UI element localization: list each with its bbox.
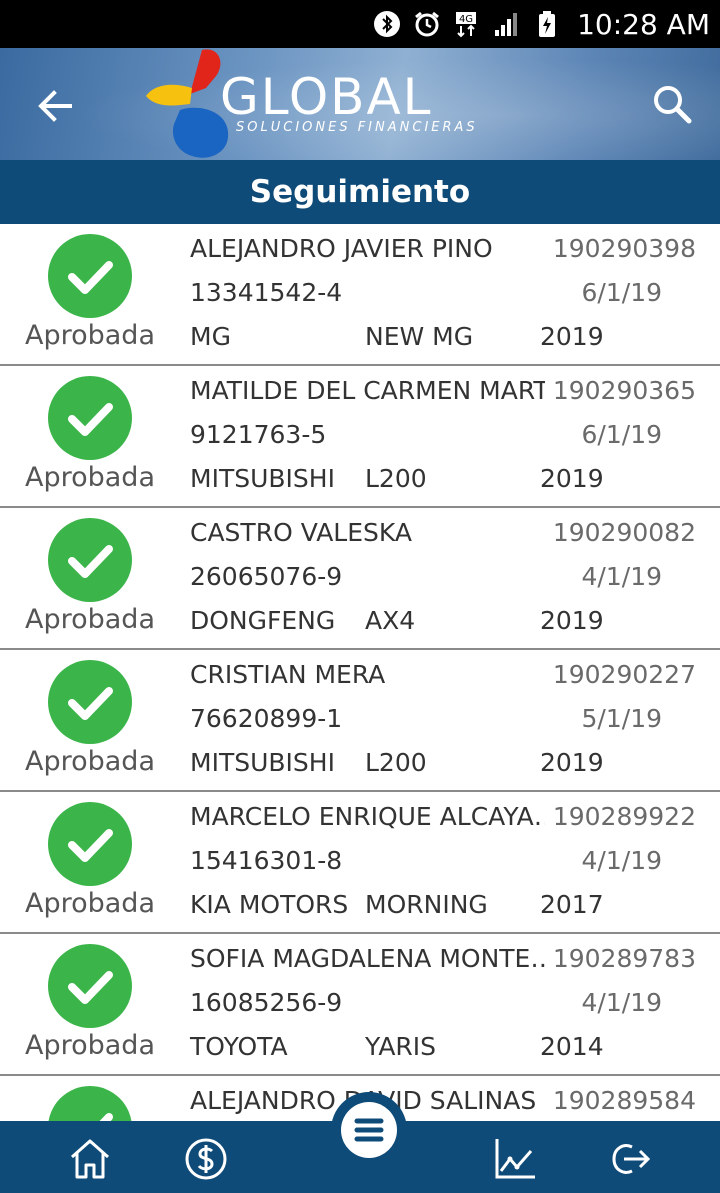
vehicle-brand: MG bbox=[190, 322, 231, 351]
client-name: MARCELO ENRIQUE ALCAYA… bbox=[190, 802, 545, 831]
application-date: 4/1/19 bbox=[581, 988, 662, 1017]
application-date: 6/1/19 bbox=[581, 278, 662, 307]
dollar-icon bbox=[185, 1138, 227, 1180]
list-item[interactable]: Aprobada MARCELO ENRIQUE ALCAYA… 1902899… bbox=[0, 792, 720, 934]
client-name: CRISTIAN MERA bbox=[190, 660, 386, 689]
client-rut: 13341542-4 bbox=[190, 278, 343, 307]
client-name: ALEJANDRO JAVIER PINO bbox=[190, 234, 493, 263]
chart-icon bbox=[495, 1139, 535, 1179]
approved-check-icon bbox=[48, 802, 132, 886]
vehicle-model: MORNING bbox=[365, 890, 488, 919]
arrow-left-icon bbox=[38, 90, 72, 122]
client-name: CASTRO VALESKA bbox=[190, 518, 412, 547]
client-rut: 26065076-9 bbox=[190, 562, 343, 591]
status-label: Aprobada bbox=[24, 746, 155, 777]
vehicle-year: 2019 bbox=[540, 606, 604, 635]
nav-home-button[interactable] bbox=[66, 1135, 114, 1183]
status-label: Aprobada bbox=[24, 320, 155, 351]
list-item[interactable]: Aprobada CASTRO VALESKA 190290082 260650… bbox=[0, 508, 720, 650]
approved-check-icon bbox=[48, 518, 132, 602]
status-label: Aprobada bbox=[24, 604, 155, 635]
application-date: 4/1/19 bbox=[581, 562, 662, 591]
back-button[interactable] bbox=[34, 84, 78, 128]
client-name: MATILDE DEL CARMEN MART… bbox=[190, 376, 545, 405]
application-date: 4/1/19 bbox=[581, 846, 662, 875]
application-number: 190290227 bbox=[552, 660, 696, 689]
bluetooth-icon bbox=[373, 10, 401, 38]
vehicle-brand: KIA MOTORS bbox=[190, 890, 349, 919]
logo-text: GLOBAL bbox=[220, 68, 433, 126]
search-icon bbox=[654, 86, 692, 124]
vehicle-model: NEW MG bbox=[365, 322, 474, 351]
client-rut: 9121763-5 bbox=[190, 420, 327, 449]
vehicle-year: 2019 bbox=[540, 322, 604, 351]
approved-check-icon bbox=[48, 944, 132, 1028]
status-label: Aprobada bbox=[24, 1030, 155, 1061]
vehicle-brand: MITSUBISHI bbox=[190, 748, 335, 777]
application-list[interactable]: Aprobada ALEJANDRO JAVIER PINO 190290398… bbox=[0, 224, 720, 1122]
vehicle-brand: MITSUBISHI bbox=[190, 464, 335, 493]
application-number: 190289584 bbox=[552, 1086, 696, 1115]
alarm-icon bbox=[413, 10, 441, 38]
vehicle-model: AX4 bbox=[365, 606, 416, 635]
nav-payments-button[interactable] bbox=[182, 1135, 230, 1183]
vehicle-model: YARIS bbox=[365, 1032, 437, 1061]
application-number: 190289922 bbox=[552, 802, 696, 831]
nav-stats-button[interactable] bbox=[491, 1135, 539, 1183]
approved-check-icon bbox=[48, 1086, 132, 1122]
vehicle-year: 2019 bbox=[540, 748, 604, 777]
page-title: Seguimiento bbox=[249, 174, 471, 210]
vehicle-brand: DONGFENG bbox=[190, 606, 336, 635]
application-number: 190289783 bbox=[552, 944, 696, 973]
client-name: SOFIA MAGDALENA MONTE… bbox=[190, 944, 545, 973]
search-button[interactable] bbox=[648, 80, 696, 128]
vehicle-model: L200 bbox=[365, 464, 427, 493]
client-rut: 16085256-9 bbox=[190, 988, 343, 1017]
client-rut: 15416301-8 bbox=[190, 846, 343, 875]
logo: GLOBAL SOLUCIONES FINANCIERAS bbox=[140, 48, 500, 160]
vehicle-model: L200 bbox=[365, 748, 427, 777]
application-date: 6/1/19 bbox=[581, 420, 662, 449]
logo-subtitle: SOLUCIONES FINANCIERAS bbox=[236, 120, 478, 135]
vehicle-year: 2014 bbox=[540, 1032, 604, 1061]
status-bar: 4G 10:28 AM bbox=[0, 0, 720, 48]
list-item[interactable]: Aprobada SOFIA MAGDALENA MONTE… 19028978… bbox=[0, 934, 720, 1076]
menu-button[interactable] bbox=[331, 1092, 407, 1168]
application-number: 190290082 bbox=[552, 518, 696, 547]
approved-check-icon bbox=[48, 660, 132, 744]
battery-charging-icon bbox=[533, 10, 561, 38]
status-label: Aprobada bbox=[24, 888, 155, 919]
list-item[interactable]: Aprobada ALEJANDRO JAVIER PINO 190290398… bbox=[0, 224, 720, 366]
application-number: 190290365 bbox=[552, 376, 696, 405]
nav-logout-button[interactable] bbox=[606, 1135, 654, 1183]
network-4g-icon: 4G bbox=[453, 10, 481, 38]
svg-text:4G: 4G bbox=[459, 14, 473, 25]
home-icon bbox=[71, 1139, 109, 1179]
list-item[interactable]: Aprobada MATILDE DEL CARMEN MART… 190290… bbox=[0, 366, 720, 508]
vehicle-brand: TOYOTA bbox=[190, 1032, 288, 1061]
client-rut: 76620899-1 bbox=[190, 704, 343, 733]
signal-icon bbox=[493, 10, 521, 38]
vehicle-year: 2017 bbox=[540, 890, 604, 919]
app-header: GLOBAL SOLUCIONES FINANCIERAS bbox=[0, 48, 720, 160]
title-bar: Seguimiento bbox=[0, 160, 720, 224]
list-item[interactable]: Aprobada CRISTIAN MERA 190290227 7662089… bbox=[0, 650, 720, 792]
menu-icon bbox=[354, 1118, 384, 1142]
status-label: Aprobada bbox=[24, 462, 155, 493]
vehicle-year: 2019 bbox=[540, 464, 604, 493]
application-date: 5/1/19 bbox=[581, 704, 662, 733]
status-time: 10:28 AM bbox=[577, 7, 710, 41]
approved-check-icon bbox=[48, 376, 132, 460]
status-icons: 4G 10:28 AM bbox=[373, 0, 710, 48]
logout-icon bbox=[612, 1144, 651, 1174]
application-number: 190290398 bbox=[552, 234, 696, 263]
approved-check-icon bbox=[48, 234, 132, 318]
menu-button-inner bbox=[341, 1102, 397, 1158]
